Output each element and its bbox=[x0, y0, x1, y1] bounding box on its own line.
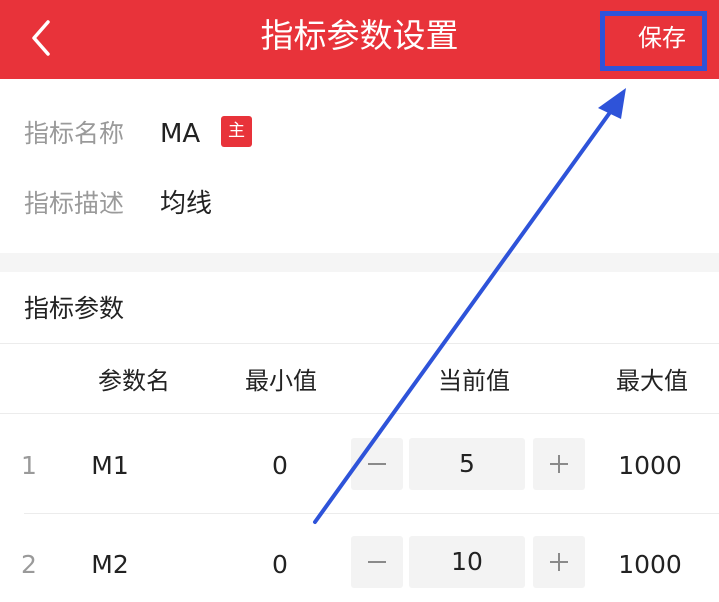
row-index: 1 bbox=[21, 451, 37, 480]
minus-icon bbox=[368, 463, 386, 465]
param-name: M2 bbox=[91, 550, 129, 579]
indicator-name-value: MA bbox=[160, 119, 201, 149]
section-title: 指标参数 bbox=[24, 294, 125, 323]
indicator-info-panel: 指标名称 MA 指标描述 均线 bbox=[0, 79, 719, 253]
increment-button[interactable] bbox=[533, 438, 585, 490]
divider bbox=[0, 413, 719, 414]
plus-icon bbox=[550, 455, 568, 473]
indicator-name-label: 指标名称 bbox=[24, 119, 125, 148]
plus-icon bbox=[550, 553, 568, 571]
param-max: 1000 bbox=[618, 550, 682, 579]
current-value-input[interactable]: 10 bbox=[409, 536, 525, 588]
param-min: 0 bbox=[272, 550, 288, 579]
column-header-min: 最小值 bbox=[245, 367, 317, 395]
increment-button[interactable] bbox=[533, 536, 585, 588]
param-name: M1 bbox=[91, 451, 129, 480]
decrement-button[interactable] bbox=[351, 536, 403, 588]
column-header-param-name: 参数名 bbox=[98, 367, 170, 395]
indicator-desc-label: 指标描述 bbox=[24, 189, 125, 218]
main-indicator-badge: 主 bbox=[221, 116, 252, 147]
indicator-desc-value: 均线 bbox=[160, 189, 213, 219]
row-index: 2 bbox=[21, 550, 37, 579]
column-header-current: 当前值 bbox=[438, 367, 510, 395]
param-max: 1000 bbox=[618, 451, 682, 480]
column-header-max: 最大值 bbox=[616, 367, 688, 395]
indicator-params-panel: 指标参数 参数名 最小值 当前值 最大值 1 M1 0 5 1000 2 M2 … bbox=[0, 272, 719, 602]
divider bbox=[0, 343, 719, 344]
decrement-button[interactable] bbox=[351, 438, 403, 490]
param-min: 0 bbox=[272, 451, 288, 480]
save-button-highlight-box bbox=[600, 11, 707, 71]
divider bbox=[24, 513, 719, 514]
current-value-input[interactable]: 5 bbox=[409, 438, 525, 490]
minus-icon bbox=[368, 561, 386, 563]
